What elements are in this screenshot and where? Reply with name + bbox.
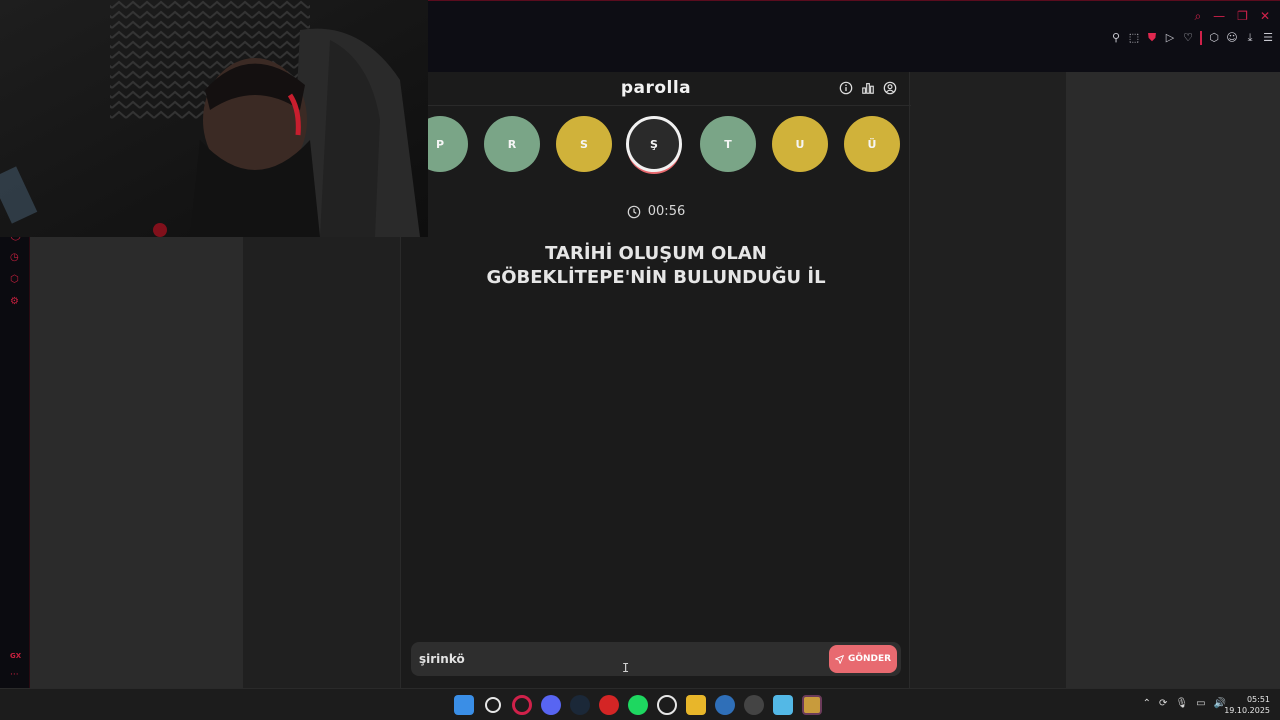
clock[interactable]: 05:51 19.10.2025 — [1224, 694, 1270, 716]
send-button[interactable]: GÖNDER — [829, 645, 897, 673]
close-icon[interactable]: ✕ — [1260, 9, 1270, 23]
webcam-image — [0, 0, 428, 237]
webcam-overlay — [0, 0, 428, 237]
menu-icon[interactable]: ☰ — [1262, 31, 1274, 45]
info-icon[interactable] — [839, 81, 853, 95]
discord-icon[interactable] — [541, 695, 561, 715]
profile-icon[interactable]: ☺ — [1226, 31, 1238, 45]
user-icon[interactable] — [883, 81, 897, 95]
letter-bubble-4[interactable]: T — [700, 116, 756, 172]
question-line-1: TARİHİ OLUŞUM OLAN — [545, 243, 767, 264]
display-icon[interactable]: ▭ — [1196, 698, 1205, 709]
letter-bubble-3[interactable]: Ş — [626, 116, 682, 172]
letter-carousel: P R S Ş T U Ü — [401, 116, 911, 178]
letter-label: Ü — [867, 137, 877, 151]
send-label: GÖNDER — [847, 654, 892, 664]
windows-start-icon[interactable] — [454, 695, 474, 715]
spotify-icon[interactable] — [628, 695, 648, 715]
answer-input[interactable] — [419, 647, 819, 671]
minimize-icon[interactable]: — — [1213, 9, 1225, 23]
screen: ⌕ — ❐ ✕ ⚲ ⬚ ⛊ ▷ ♡ ⬡ ☺ ⤓ ☰ ◯ ◷ ⬡ ⚙ GX ··· — [0, 0, 1280, 720]
notepad-icon[interactable] — [773, 695, 793, 715]
search-icon[interactable]: ⌕ — [1194, 9, 1201, 23]
chevron-up-icon[interactable]: ⌃ — [1143, 698, 1151, 709]
letter-label: P — [435, 137, 445, 151]
clock-date: 19.10.2025 — [1224, 706, 1270, 715]
extensions-bar: ⚲ ⬚ ⛊ ▷ ♡ ⬡ ☺ ⤓ ☰ — [1110, 31, 1274, 45]
taskbar-apps — [454, 695, 822, 715]
snapshot-icon[interactable]: ⬚ — [1128, 31, 1140, 45]
more-icon[interactable]: ··· — [10, 670, 19, 680]
clock-icon — [627, 205, 641, 218]
mic-icon[interactable]: 🎙 — [1175, 698, 1188, 709]
mouse-cursor: I — [622, 661, 630, 675]
opera-gx-icon[interactable] — [512, 695, 532, 715]
timer-value: 00:56 — [647, 204, 686, 219]
window-controls: ⌕ — ❐ ✕ — [1194, 9, 1270, 23]
letter-bubble-1[interactable]: R — [484, 116, 540, 172]
shield-icon[interactable]: ⛊ — [1146, 31, 1158, 45]
download-icon[interactable]: ⤓ — [1244, 31, 1256, 45]
answer-bar: GÖNDER — [411, 642, 901, 676]
restore-icon[interactable]: ❐ — [1237, 9, 1248, 23]
clock-time: 05:51 — [1246, 695, 1270, 704]
pin-icon[interactable]: ⚲ — [1110, 31, 1122, 45]
question-line-2: GÖBEKLİTEPE'NİN BULUNDUĞU İL — [486, 267, 826, 288]
app-cube-icon[interactable] — [715, 695, 735, 715]
settings-icon[interactable]: ⚙ — [10, 296, 19, 307]
separator — [1200, 31, 1202, 45]
header-icons — [839, 81, 897, 95]
file-explorer-icon[interactable] — [686, 695, 706, 715]
gx-logo[interactable]: GX — [10, 652, 21, 660]
app-clock-icon[interactable] — [744, 695, 764, 715]
steam-icon[interactable] — [570, 695, 590, 715]
extensions-icon[interactable]: ⬡ — [10, 274, 19, 285]
stats-icon[interactable] — [861, 81, 875, 95]
system-tray: ⌃ ⟳ 🎙 ▭ 🔊 — [1143, 698, 1226, 709]
parolla-game: parolla P R S Ş T U Ü 00:56 TARİHİ OLUŞU… — [400, 72, 911, 688]
letter-label: Ş — [650, 137, 658, 151]
letter-label: R — [507, 137, 517, 151]
search-icon[interactable] — [485, 697, 501, 713]
letter-bubble-5[interactable]: U — [772, 116, 828, 172]
letter-bubble-2[interactable]: S — [556, 116, 612, 172]
timer: 00:56 — [401, 204, 911, 219]
game-header: parolla — [401, 72, 911, 106]
page-bg-right — [910, 72, 1066, 688]
letter-label: U — [795, 137, 805, 151]
page-bg-farright — [1066, 72, 1280, 688]
heart-icon[interactable]: ♡ — [1182, 31, 1194, 45]
question-text: TARİHİ OLUŞUM OLAN GÖBEKLİTEPE'NİN BULUN… — [441, 242, 871, 290]
play-icon[interactable]: ▷ — [1164, 31, 1176, 45]
logitech-icon[interactable] — [657, 695, 677, 715]
logo[interactable]: parolla — [401, 78, 911, 98]
league-of-legends-icon[interactable] — [802, 695, 822, 715]
sync-icon[interactable]: ⟳ — [1159, 698, 1167, 709]
letter-label: S — [580, 137, 588, 151]
send-icon — [835, 654, 844, 664]
history-icon[interactable]: ◷ — [10, 252, 19, 263]
letter-bubble-6[interactable]: Ü — [844, 116, 900, 172]
app-red-icon[interactable] — [599, 695, 619, 715]
taskbar: ⌃ ⟳ 🎙 ▭ 🔊 05:51 19.10.2025 — [0, 688, 1280, 720]
letter-label: T — [724, 137, 732, 151]
extension-icon[interactable]: ⬡ — [1208, 31, 1220, 45]
